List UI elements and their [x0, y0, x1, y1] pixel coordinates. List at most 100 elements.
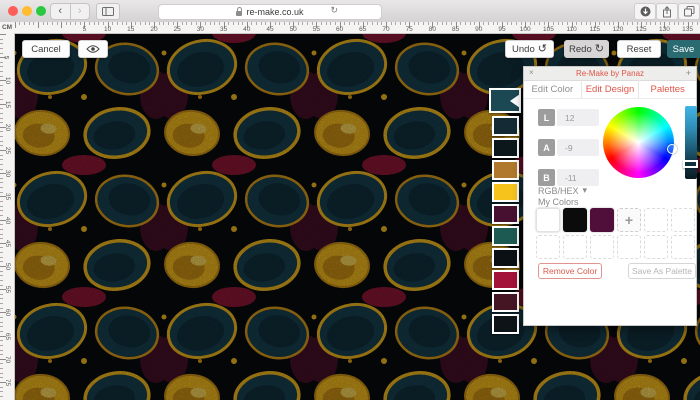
reload-button[interactable]: ↻: [330, 6, 338, 15]
empty-color-slot[interactable]: [536, 235, 560, 259]
empty-color-slot[interactable]: [644, 235, 668, 259]
ruler-tick: [414, 22, 415, 25]
color-wheel[interactable]: [603, 107, 674, 178]
ruler-tick: [460, 22, 461, 25]
horizontal-ruler: 5101520253035404550556065707580859095100…: [14, 22, 700, 34]
ruler-label: 90: [475, 26, 482, 33]
brightness-slider-handle[interactable]: [683, 160, 698, 168]
sidebar-icon: [102, 7, 114, 16]
panel-header[interactable]: × Re-Make by Panaz +: [524, 67, 696, 81]
sidebar-toggle-button[interactable]: [96, 3, 120, 20]
ruler-tick: [0, 396, 3, 397]
ruler-tick: [38, 22, 39, 28]
remove-color-button[interactable]: Remove Color: [538, 263, 602, 279]
empty-color-slot[interactable]: [671, 235, 695, 259]
ruler-tick: [0, 298, 3, 299]
preview-eye-button[interactable]: [78, 40, 108, 58]
ruler-label: 25: [174, 26, 181, 33]
ruler-tick: [604, 22, 605, 25]
my-color-swatch[interactable]: [563, 208, 587, 232]
pattern-swatch[interactable]: [492, 160, 519, 180]
share-button[interactable]: [656, 3, 678, 20]
panel-close-icon[interactable]: ×: [529, 68, 534, 77]
pattern-swatch[interactable]: [492, 270, 519, 290]
ruler-tick: [493, 22, 494, 25]
address-bar[interactable]: re-make.co.uk: [158, 4, 382, 20]
brightness-slider[interactable]: [685, 106, 697, 179]
tab-palettes[interactable]: Palettes: [639, 80, 696, 98]
ruler-tick: [581, 22, 582, 25]
ruler-tick: [135, 22, 136, 25]
ruler-tick: [0, 169, 3, 170]
pattern-swatch[interactable]: [492, 314, 519, 334]
ruler-tick: [0, 66, 3, 67]
pattern-swatch[interactable]: [492, 182, 519, 202]
ruler-tick: [0, 155, 3, 156]
my-color-swatch[interactable]: [536, 208, 560, 232]
panel-add-icon[interactable]: +: [686, 68, 691, 78]
reset-button[interactable]: Reset: [617, 40, 661, 58]
tab-overview-button[interactable]: [678, 3, 700, 20]
traffic-light-close-icon[interactable]: [8, 6, 18, 16]
ruler-label: 70: [382, 26, 389, 33]
empty-color-slot[interactable]: [563, 235, 587, 259]
ruler-label: 65: [359, 26, 366, 33]
lab-a-input[interactable]: -9: [557, 139, 599, 156]
ruler-tick: [558, 22, 559, 25]
lab-a-chip: A: [538, 139, 555, 156]
lab-b-input[interactable]: -11: [557, 169, 599, 186]
ruler-tick: [0, 192, 3, 193]
rgb-hex-dropdown[interactable]: RGB/HEX ▾: [538, 185, 587, 196]
redo-button[interactable]: Redo ↻: [564, 40, 609, 58]
ruler-tick: [0, 373, 3, 374]
ruler-label: 20: [4, 124, 11, 131]
tab-edit-color[interactable]: Edit Color: [524, 80, 582, 98]
ruler-tick: [251, 22, 252, 25]
cancel-label: Cancel: [31, 44, 61, 55]
downloads-button[interactable]: [634, 3, 656, 20]
ruler-tick: [0, 145, 3, 146]
empty-color-slot[interactable]: [590, 235, 614, 259]
ruler-label: 60: [4, 309, 11, 316]
nav-buttons: ‹ ›: [50, 3, 90, 20]
remake-panel: × Re-Make by Panaz + Edit Color Edit Des…: [523, 66, 697, 326]
back-button[interactable]: ‹: [51, 4, 71, 19]
ruler-tick: [330, 22, 331, 25]
wheel-selection-marker[interactable]: [667, 144, 677, 154]
empty-color-slot[interactable]: [617, 235, 641, 259]
swatch-color: [494, 140, 517, 156]
pattern-swatch[interactable]: [492, 292, 519, 312]
ruler-label: 15: [4, 100, 11, 107]
pattern-swatch[interactable]: [492, 116, 519, 136]
ruler-label: 85: [452, 26, 459, 33]
ruler-tick: [321, 22, 322, 25]
undo-button[interactable]: Undo ↺: [505, 40, 554, 58]
ruler-tick: [483, 22, 484, 25]
ruler-label: 120: [613, 26, 624, 33]
pattern-swatch[interactable]: [492, 138, 519, 158]
lab-l-input[interactable]: 12: [557, 109, 599, 126]
chevron-down-icon: ▾: [583, 185, 588, 196]
save-as-palette-button[interactable]: Save As Palette: [628, 263, 696, 279]
ruler-tick: [442, 22, 443, 25]
ruler-tick: [646, 22, 647, 25]
pattern-swatch[interactable]: [492, 226, 519, 246]
cancel-button[interactable]: Cancel: [22, 40, 70, 58]
my-color-swatch[interactable]: [590, 208, 614, 232]
ruler-tick: [0, 368, 3, 369]
ruler-tick: [0, 85, 3, 86]
rgb-hex-label: RGB/HEX: [538, 186, 579, 196]
pattern-swatch[interactable]: [492, 248, 519, 268]
add-color-button[interactable]: +: [617, 208, 641, 232]
empty-color-slot[interactable]: [644, 208, 668, 232]
forward-button[interactable]: ›: [71, 4, 90, 19]
ruler-tick: [0, 108, 3, 109]
traffic-light-zoom-icon[interactable]: [36, 6, 46, 16]
empty-color-slot[interactable]: [671, 208, 695, 232]
selected-swatch[interactable]: [489, 88, 521, 113]
tab-edit-design[interactable]: Edit Design: [582, 80, 640, 98]
ruler-label: 65: [4, 332, 11, 339]
traffic-light-minimize-icon[interactable]: [22, 6, 32, 16]
save-button[interactable]: Save: [667, 40, 700, 58]
pattern-swatch[interactable]: [492, 204, 519, 224]
